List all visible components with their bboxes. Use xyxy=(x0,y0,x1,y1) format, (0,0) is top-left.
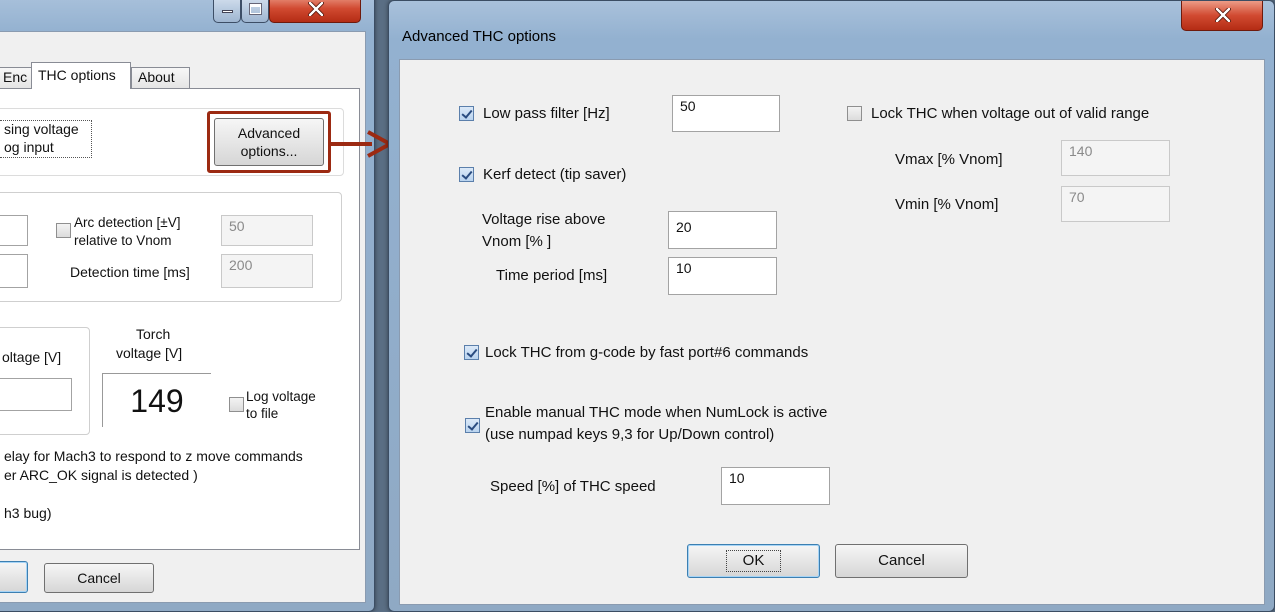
tab-label: About xyxy=(138,69,175,85)
maximize-icon xyxy=(249,3,262,15)
minimize-icon xyxy=(222,10,233,13)
arrow-right-icon xyxy=(330,130,394,158)
dialog-title: Advanced THC options xyxy=(402,28,556,45)
detection-time-input[interactable]: 200 xyxy=(221,254,313,288)
low-pass-filter-label: Low pass filter [Hz] xyxy=(483,105,610,122)
left-input-1[interactable] xyxy=(0,215,28,246)
lock-range-checkbox[interactable] xyxy=(847,106,862,121)
sensing-label-2: og input xyxy=(4,139,54,155)
tab-enc[interactable]: Enc xyxy=(0,67,32,89)
tab-about[interactable]: About xyxy=(131,67,190,89)
vmax-label: Vmax [% Vnom] xyxy=(895,151,1003,168)
low-pass-filter-checkbox[interactable] xyxy=(459,106,474,121)
torch-voltage-display: 149 xyxy=(102,373,211,427)
vmin-label: Vmin [% Vnom] xyxy=(895,196,999,213)
advanced-thc-dialog: Advanced THC options xyxy=(388,0,1275,612)
time-period-label: Time period [ms] xyxy=(496,267,608,284)
minimize-button[interactable] xyxy=(213,0,241,23)
maximize-button[interactable] xyxy=(241,0,269,23)
close-icon xyxy=(308,2,324,16)
ok-button[interactable]: OK xyxy=(687,544,820,578)
close-icon xyxy=(1215,8,1231,22)
kerf-detect-checkbox[interactable] xyxy=(459,167,474,182)
log-voltage-label-2: to file xyxy=(246,406,279,421)
detection-time-label: Detection time [ms] xyxy=(70,264,190,280)
arc-detection-label-2: relative to Vnom xyxy=(74,233,172,248)
manual-mode-label-1: Enable manual THC mode when NumLock is a… xyxy=(485,404,828,421)
sensing-label-1: sing voltage xyxy=(4,121,79,137)
cancel-button[interactable]: Cancel xyxy=(835,544,968,578)
time-period-input[interactable]: 10 xyxy=(668,257,777,295)
arc-detection-checkbox[interactable] xyxy=(56,223,71,238)
kerf-detect-label: Kerf detect (tip saver) xyxy=(483,166,627,183)
log-voltage-checkbox[interactable] xyxy=(229,397,244,412)
cancel-button-left[interactable]: Cancel xyxy=(44,563,154,593)
vmin-input[interactable]: 70 xyxy=(1061,186,1170,222)
callout-highlight xyxy=(207,111,331,173)
left-input-2[interactable] xyxy=(0,254,28,288)
torch-voltage-label-1: Torch xyxy=(136,326,171,342)
close-button[interactable] xyxy=(269,0,361,23)
ok-label: OK xyxy=(725,550,782,572)
log-voltage-label-1: Log voltage xyxy=(246,389,316,404)
arc-detection-label-1: Arc detection [±V] xyxy=(74,215,181,230)
speed-label: Speed [%] of THC speed xyxy=(490,478,656,495)
voltage-rise-label-1: Voltage rise above xyxy=(482,211,606,228)
tab-label: Enc xyxy=(3,69,28,85)
voltage-label: oltage [V] xyxy=(2,349,62,365)
voltage-rise-input[interactable]: 20 xyxy=(668,211,777,249)
lock-gcode-checkbox[interactable] xyxy=(464,345,479,360)
tab-label: THC options xyxy=(38,67,116,83)
delay-text-2: er ARC_OK signal is detected ) xyxy=(4,467,198,483)
tab-thc-options[interactable]: THC options xyxy=(31,62,131,89)
delay-text-1: elay for Mach3 to respond to z move comm… xyxy=(4,448,303,464)
speed-input[interactable]: 10 xyxy=(721,467,830,505)
torch-voltage-label-2: voltage [V] xyxy=(116,345,183,361)
voltage-rise-label-2: Vnom [% ] xyxy=(482,233,552,250)
vmax-input[interactable]: 140 xyxy=(1061,140,1170,176)
lock-gcode-label: Lock THC from g-code by fast port#6 comm… xyxy=(485,344,809,361)
low-pass-filter-input[interactable]: 50 xyxy=(672,95,780,132)
lock-range-label: Lock THC when voltage out of valid range xyxy=(871,105,1150,122)
manual-mode-checkbox[interactable] xyxy=(465,418,480,433)
dialog-close-button[interactable] xyxy=(1181,1,1263,31)
arc-detection-input[interactable]: 50 xyxy=(221,215,313,246)
manual-mode-label-2: (use numpad keys 9,3 for Up/Down control… xyxy=(485,426,775,443)
voltage-input[interactable] xyxy=(0,378,72,411)
ok-button-left[interactable] xyxy=(0,561,28,593)
bug-text: h3 bug) xyxy=(4,505,52,521)
